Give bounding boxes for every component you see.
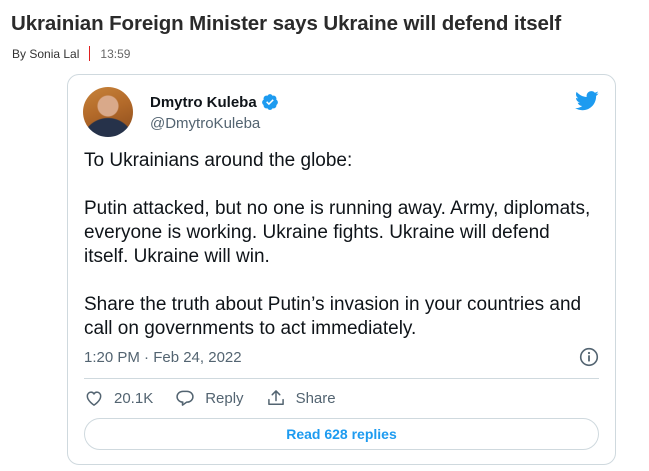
divider: [84, 378, 599, 379]
verified-badge-icon: [261, 94, 278, 110]
reply-label: Reply: [205, 389, 244, 407]
read-replies-button[interactable]: Read 628 replies: [84, 418, 599, 450]
reply-button[interactable]: Reply: [175, 388, 244, 408]
speech-bubble-icon: [176, 390, 194, 406]
tweet-timestamp[interactable]: 1:20 PM · Feb 24, 2022: [84, 349, 242, 366]
heart-icon: [86, 391, 102, 406]
embedded-tweet: Dmytro Kuleba @DmytroKuleba To Ukrainian…: [67, 74, 616, 465]
tweet-text: To Ukrainians around the globe: Putin at…: [84, 149, 599, 341]
twitter-bird-icon[interactable]: [575, 91, 599, 111]
publish-time: 13:59: [100, 46, 131, 61]
tweet-actions: 20.1K Reply Share: [84, 388, 358, 408]
article-byline: By Sonia Lal 13:59: [12, 46, 130, 61]
author-name[interactable]: By Sonia Lal: [12, 47, 79, 61]
byline-separator: [89, 46, 91, 61]
like-count: 20.1K: [114, 389, 154, 407]
article-headline: Ukrainian Foreign Minister says Ukraine …: [11, 12, 562, 35]
author-handle[interactable]: @DmytroKuleba: [150, 115, 260, 132]
like-button[interactable]: 20.1K: [84, 388, 153, 408]
share-upload-icon: [267, 390, 284, 405]
tweet-author[interactable]: Dmytro Kuleba: [150, 93, 279, 111]
tweet-paragraph: Share the truth about Putin’s invasion i…: [84, 294, 582, 339]
share-label: Share: [295, 389, 336, 407]
tweet-paragraph: To Ukrainians around the globe:: [84, 150, 353, 171]
avatar[interactable]: [83, 87, 133, 137]
display-name[interactable]: Dmytro Kuleba: [150, 94, 257, 111]
tweet-paragraph: Putin attacked, but no one is running aw…: [84, 198, 591, 267]
share-button[interactable]: Share: [266, 388, 336, 408]
info-icon[interactable]: [579, 347, 599, 367]
